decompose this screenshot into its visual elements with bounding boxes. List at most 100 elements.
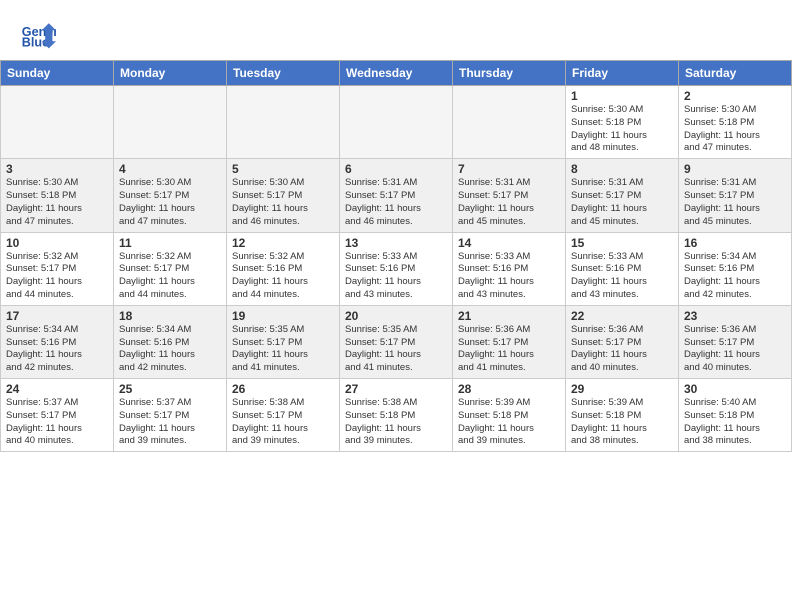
day-info: Sunrise: 5:33 AM Sunset: 5:16 PM Dayligh… (345, 251, 447, 302)
day-number: 24 (6, 382, 108, 396)
col-header-sunday: Sunday (1, 61, 114, 86)
col-header-thursday: Thursday (453, 61, 566, 86)
day-info: Sunrise: 5:31 AM Sunset: 5:17 PM Dayligh… (345, 177, 447, 228)
calendar-cell: 8Sunrise: 5:31 AM Sunset: 5:17 PM Daylig… (566, 159, 679, 232)
day-info: Sunrise: 5:30 AM Sunset: 5:17 PM Dayligh… (232, 177, 334, 228)
calendar-cell: 2Sunrise: 5:30 AM Sunset: 5:18 PM Daylig… (679, 86, 792, 159)
day-number: 13 (345, 236, 447, 250)
calendar-cell: 5Sunrise: 5:30 AM Sunset: 5:17 PM Daylig… (227, 159, 340, 232)
day-info: Sunrise: 5:39 AM Sunset: 5:18 PM Dayligh… (458, 397, 560, 448)
day-number: 26 (232, 382, 334, 396)
calendar-cell: 24Sunrise: 5:37 AM Sunset: 5:17 PM Dayli… (1, 379, 114, 452)
day-info: Sunrise: 5:38 AM Sunset: 5:17 PM Dayligh… (232, 397, 334, 448)
day-number: 6 (345, 162, 447, 176)
day-number: 21 (458, 309, 560, 323)
day-info: Sunrise: 5:32 AM Sunset: 5:16 PM Dayligh… (232, 251, 334, 302)
day-number: 16 (684, 236, 786, 250)
day-info: Sunrise: 5:36 AM Sunset: 5:17 PM Dayligh… (571, 324, 673, 375)
day-info: Sunrise: 5:37 AM Sunset: 5:17 PM Dayligh… (119, 397, 221, 448)
calendar-cell: 17Sunrise: 5:34 AM Sunset: 5:16 PM Dayli… (1, 305, 114, 378)
day-number: 20 (345, 309, 447, 323)
day-number: 27 (345, 382, 447, 396)
calendar-cell: 21Sunrise: 5:36 AM Sunset: 5:17 PM Dayli… (453, 305, 566, 378)
day-info: Sunrise: 5:31 AM Sunset: 5:17 PM Dayligh… (684, 177, 786, 228)
day-number: 2 (684, 89, 786, 103)
calendar-cell: 18Sunrise: 5:34 AM Sunset: 5:16 PM Dayli… (114, 305, 227, 378)
calendar-cell (1, 86, 114, 159)
day-info: Sunrise: 5:31 AM Sunset: 5:17 PM Dayligh… (458, 177, 560, 228)
col-header-monday: Monday (114, 61, 227, 86)
calendar-cell: 30Sunrise: 5:40 AM Sunset: 5:18 PM Dayli… (679, 379, 792, 452)
day-number: 18 (119, 309, 221, 323)
day-info: Sunrise: 5:40 AM Sunset: 5:18 PM Dayligh… (684, 397, 786, 448)
day-info: Sunrise: 5:31 AM Sunset: 5:17 PM Dayligh… (571, 177, 673, 228)
calendar-table: SundayMondayTuesdayWednesdayThursdayFrid… (0, 60, 792, 452)
logo: General Blue (20, 16, 56, 52)
calendar-cell: 3Sunrise: 5:30 AM Sunset: 5:18 PM Daylig… (1, 159, 114, 232)
calendar-cell (340, 86, 453, 159)
day-info: Sunrise: 5:34 AM Sunset: 5:16 PM Dayligh… (684, 251, 786, 302)
day-info: Sunrise: 5:32 AM Sunset: 5:17 PM Dayligh… (119, 251, 221, 302)
day-number: 29 (571, 382, 673, 396)
day-info: Sunrise: 5:37 AM Sunset: 5:17 PM Dayligh… (6, 397, 108, 448)
calendar-cell (227, 86, 340, 159)
day-number: 23 (684, 309, 786, 323)
calendar-cell: 26Sunrise: 5:38 AM Sunset: 5:17 PM Dayli… (227, 379, 340, 452)
day-info: Sunrise: 5:30 AM Sunset: 5:18 PM Dayligh… (6, 177, 108, 228)
calendar-cell: 20Sunrise: 5:35 AM Sunset: 5:17 PM Dayli… (340, 305, 453, 378)
day-info: Sunrise: 5:33 AM Sunset: 5:16 PM Dayligh… (571, 251, 673, 302)
calendar-cell: 12Sunrise: 5:32 AM Sunset: 5:16 PM Dayli… (227, 232, 340, 305)
calendar-cell (453, 86, 566, 159)
day-number: 30 (684, 382, 786, 396)
day-number: 28 (458, 382, 560, 396)
col-header-wednesday: Wednesday (340, 61, 453, 86)
calendar-cell: 15Sunrise: 5:33 AM Sunset: 5:16 PM Dayli… (566, 232, 679, 305)
day-number: 7 (458, 162, 560, 176)
day-number: 12 (232, 236, 334, 250)
calendar-cell: 11Sunrise: 5:32 AM Sunset: 5:17 PM Dayli… (114, 232, 227, 305)
day-info: Sunrise: 5:36 AM Sunset: 5:17 PM Dayligh… (458, 324, 560, 375)
day-info: Sunrise: 5:34 AM Sunset: 5:16 PM Dayligh… (6, 324, 108, 375)
day-number: 5 (232, 162, 334, 176)
calendar-week-row: 3Sunrise: 5:30 AM Sunset: 5:18 PM Daylig… (1, 159, 792, 232)
day-info: Sunrise: 5:30 AM Sunset: 5:17 PM Dayligh… (119, 177, 221, 228)
day-info: Sunrise: 5:34 AM Sunset: 5:16 PM Dayligh… (119, 324, 221, 375)
calendar-cell: 9Sunrise: 5:31 AM Sunset: 5:17 PM Daylig… (679, 159, 792, 232)
day-number: 9 (684, 162, 786, 176)
day-info: Sunrise: 5:39 AM Sunset: 5:18 PM Dayligh… (571, 397, 673, 448)
calendar-cell: 27Sunrise: 5:38 AM Sunset: 5:18 PM Dayli… (340, 379, 453, 452)
calendar-cell: 13Sunrise: 5:33 AM Sunset: 5:16 PM Dayli… (340, 232, 453, 305)
calendar-cell: 16Sunrise: 5:34 AM Sunset: 5:16 PM Dayli… (679, 232, 792, 305)
logo-icon: General Blue (20, 16, 56, 52)
day-info: Sunrise: 5:30 AM Sunset: 5:18 PM Dayligh… (571, 104, 673, 155)
day-info: Sunrise: 5:33 AM Sunset: 5:16 PM Dayligh… (458, 251, 560, 302)
day-number: 15 (571, 236, 673, 250)
day-number: 1 (571, 89, 673, 103)
calendar-cell: 1Sunrise: 5:30 AM Sunset: 5:18 PM Daylig… (566, 86, 679, 159)
calendar-cell: 19Sunrise: 5:35 AM Sunset: 5:17 PM Dayli… (227, 305, 340, 378)
calendar-cell (114, 86, 227, 159)
calendar-cell: 23Sunrise: 5:36 AM Sunset: 5:17 PM Dayli… (679, 305, 792, 378)
day-number: 11 (119, 236, 221, 250)
calendar-week-row: 24Sunrise: 5:37 AM Sunset: 5:17 PM Dayli… (1, 379, 792, 452)
day-number: 4 (119, 162, 221, 176)
calendar-cell: 4Sunrise: 5:30 AM Sunset: 5:17 PM Daylig… (114, 159, 227, 232)
calendar-header-row: SundayMondayTuesdayWednesdayThursdayFrid… (1, 61, 792, 86)
col-header-friday: Friday (566, 61, 679, 86)
calendar-week-row: 17Sunrise: 5:34 AM Sunset: 5:16 PM Dayli… (1, 305, 792, 378)
calendar-cell: 25Sunrise: 5:37 AM Sunset: 5:17 PM Dayli… (114, 379, 227, 452)
calendar-week-row: 1Sunrise: 5:30 AM Sunset: 5:18 PM Daylig… (1, 86, 792, 159)
day-info: Sunrise: 5:38 AM Sunset: 5:18 PM Dayligh… (345, 397, 447, 448)
day-info: Sunrise: 5:36 AM Sunset: 5:17 PM Dayligh… (684, 324, 786, 375)
calendar-cell: 28Sunrise: 5:39 AM Sunset: 5:18 PM Dayli… (453, 379, 566, 452)
day-number: 25 (119, 382, 221, 396)
day-number: 14 (458, 236, 560, 250)
day-info: Sunrise: 5:35 AM Sunset: 5:17 PM Dayligh… (232, 324, 334, 375)
day-info: Sunrise: 5:32 AM Sunset: 5:17 PM Dayligh… (6, 251, 108, 302)
day-number: 22 (571, 309, 673, 323)
calendar-cell: 10Sunrise: 5:32 AM Sunset: 5:17 PM Dayli… (1, 232, 114, 305)
day-number: 19 (232, 309, 334, 323)
page-header: General Blue (0, 0, 792, 60)
day-info: Sunrise: 5:30 AM Sunset: 5:18 PM Dayligh… (684, 104, 786, 155)
day-number: 17 (6, 309, 108, 323)
